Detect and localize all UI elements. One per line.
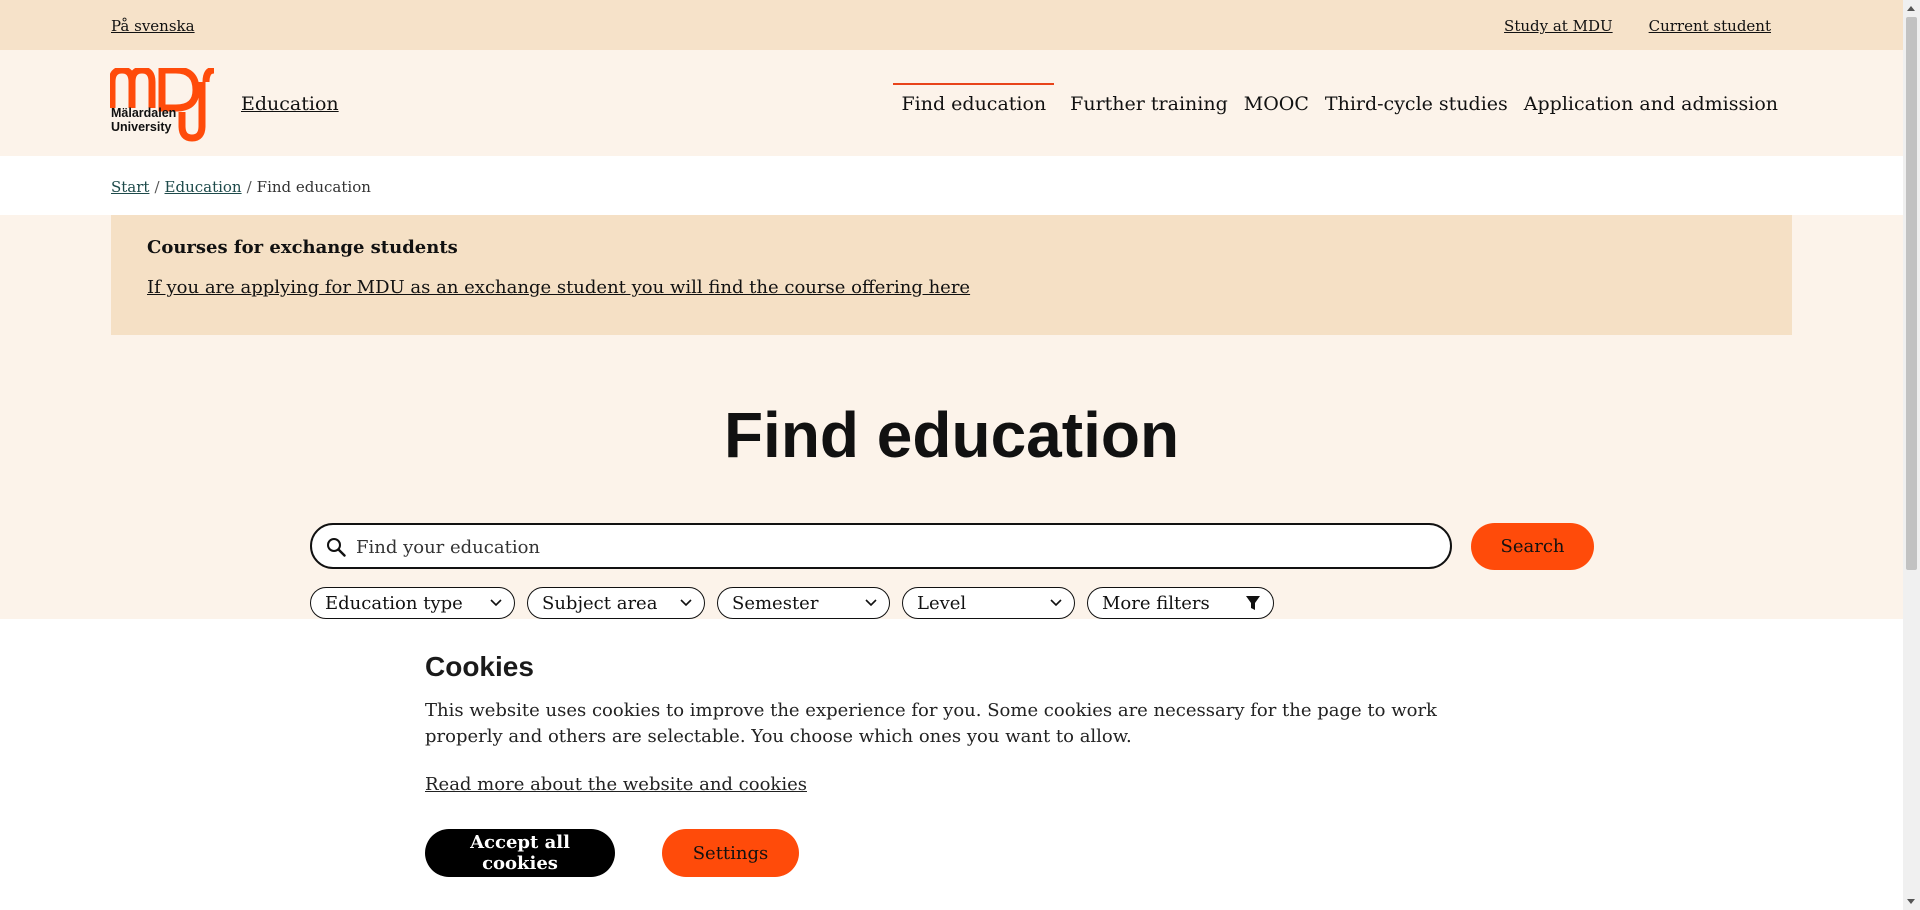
breadcrumb-education[interactable]: Education [165,178,242,196]
filter-label: Education type [325,592,463,614]
breadcrumb: Start / Education / Find education [0,156,1903,215]
current-student-link[interactable]: Current student [1649,17,1771,35]
filter-bar: Education type Subject area Semester Lev… [310,587,1274,619]
search-button[interactable]: Search [1471,523,1594,570]
chevron-down-icon [1050,599,1062,607]
page-scrollbar[interactable] [1903,0,1920,910]
nav-find-education[interactable]: Find education [893,83,1054,123]
logo-wordmark: Mälardalen University [111,106,177,134]
utility-links: Study at MDU Current student [1504,17,1771,35]
filter-label: Semester [732,592,819,614]
study-at-mdu-link[interactable]: Study at MDU [1504,17,1613,35]
cookie-banner: Cookies This website uses cookies to imp… [0,619,1903,910]
exchange-course-link[interactable]: If you are applying for MDU as an exchan… [147,277,970,298]
chevron-down-icon [865,599,877,607]
nav-further-training[interactable]: Further training [1062,83,1236,123]
nav-third-cycle-studies[interactable]: Third-cycle studies [1317,83,1516,123]
site-section-link[interactable]: Education [241,93,339,115]
cookie-title: Cookies [425,651,534,682]
cookie-read-more-link[interactable]: Read more about the website and cookies [425,774,807,795]
filter-education-type[interactable]: Education type [310,587,515,619]
chevron-down-icon [490,599,502,607]
filter-label: Level [917,592,967,614]
filter-subject-area[interactable]: Subject area [527,587,705,619]
cookie-settings-button[interactable]: Settings [662,829,799,877]
exchange-students-notice: Courses for exchange students If you are… [111,215,1792,335]
nav-application-admission[interactable]: Application and admission [1516,83,1786,123]
top-utility-bar: På svenska Study at MDU Current student [0,0,1903,50]
funnel-icon [1246,596,1260,610]
breadcrumb-start[interactable]: Start [111,178,149,196]
search-icon [327,538,346,557]
main-navigation: Find education Further training MOOC Thi… [893,83,1786,123]
accept-all-cookies-button[interactable]: Accept all cookies [425,829,615,877]
nav-mooc[interactable]: MOOC [1236,83,1317,123]
filter-label: Subject area [542,592,658,614]
site-header: Mälardalen University Education Find edu… [0,50,1903,156]
search-input[interactable] [354,533,1438,561]
search-field[interactable] [310,523,1452,569]
breadcrumb-separator: / [154,178,160,196]
scrollbar-thumb[interactable] [1906,17,1917,570]
language-switch-link[interactable]: På svenska [111,17,195,35]
notice-title: Courses for exchange students [147,237,458,258]
page-title: Find education [723,399,1180,471]
cookie-text: This website uses cookies to improve the… [425,700,1437,747]
scroll-down-arrow-icon[interactable] [1907,899,1915,904]
chevron-down-icon [680,599,692,607]
filter-label: More filters [1102,592,1210,614]
filter-semester[interactable]: Semester [717,587,890,619]
breadcrumb-current: Find education [256,178,371,196]
more-filters-button[interactable]: More filters [1087,587,1274,619]
breadcrumb-separator: / [246,178,252,196]
scroll-up-arrow-icon[interactable] [1907,6,1915,11]
filter-level[interactable]: Level [902,587,1075,619]
